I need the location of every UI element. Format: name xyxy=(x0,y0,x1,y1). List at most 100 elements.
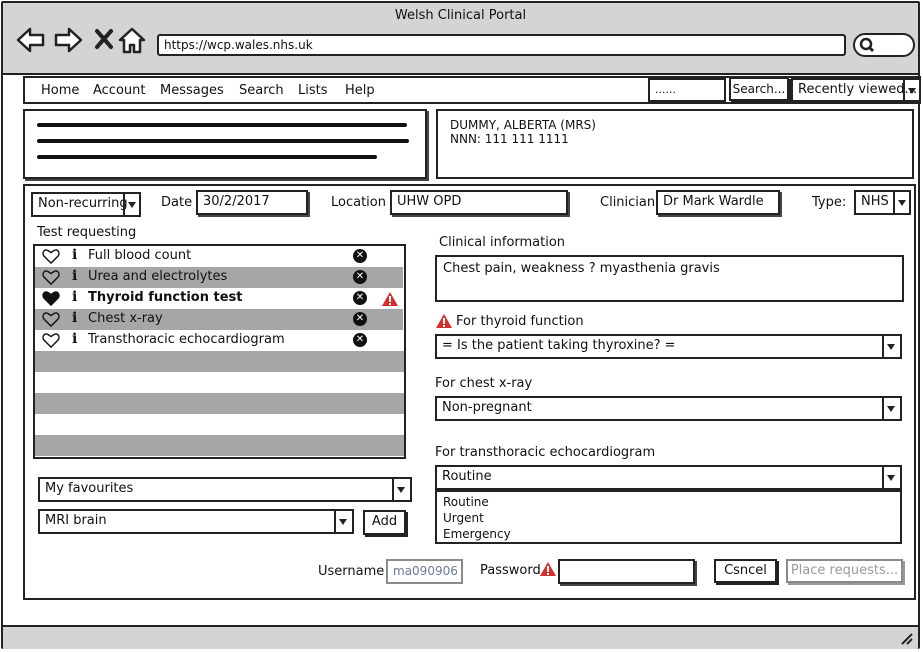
info-icon[interactable]: i xyxy=(72,310,77,326)
remove-icon[interactable]: ✕ xyxy=(353,249,367,263)
password-label: Password xyxy=(480,563,541,578)
echo-option-urgent[interactable]: Urgent xyxy=(443,510,894,526)
menu-help[interactable]: Help xyxy=(345,83,375,98)
quick-search-input[interactable]: ...... xyxy=(648,78,726,102)
magnifier-icon xyxy=(859,37,875,53)
tests-heading: Test requesting xyxy=(37,225,137,240)
window-title: Welsh Clinical Portal xyxy=(394,8,527,23)
chevron-down-icon xyxy=(334,511,352,532)
thyroid-question-value: = Is the patient taking thyroxine? = xyxy=(442,338,676,353)
url-bar[interactable]: https://wcp.wales.nhs.uk xyxy=(157,34,846,56)
recurrence-value: Non-recurring xyxy=(38,196,128,211)
add-test-button[interactable]: Add xyxy=(363,510,406,535)
echo-value: Routine xyxy=(442,469,492,484)
echo-option-emergency[interactable]: Emergency xyxy=(443,526,894,542)
test-row[interactable]: i Urea and electrolytes ✕ xyxy=(35,267,403,288)
test-row[interactable]: i Thyroid function test ✕ xyxy=(35,288,403,309)
browser-search-field[interactable] xyxy=(853,33,915,57)
test-row[interactable]: i Full blood count ✕ xyxy=(35,246,403,267)
chevron-down-icon xyxy=(903,80,919,100)
forward-icon[interactable] xyxy=(53,25,83,55)
chevron-down-icon xyxy=(123,194,139,215)
heart-icon[interactable] xyxy=(42,270,60,285)
location-label: Location xyxy=(331,195,386,210)
location-field[interactable]: UHW OPD xyxy=(390,190,568,215)
remove-icon[interactable]: ✕ xyxy=(353,291,367,305)
test-search-value: MRI brain xyxy=(45,513,107,528)
echo-option-routine[interactable]: Routine xyxy=(443,494,894,510)
chevron-down-icon xyxy=(882,398,900,419)
favourites-value: My favourites xyxy=(45,481,134,496)
thyroid-question-select[interactable]: = Is the patient taking thyroxine? = xyxy=(435,334,902,359)
echo-select[interactable]: Routine xyxy=(435,465,902,490)
test-row[interactable]: i Chest x-ray ✕ xyxy=(35,309,403,330)
redacted-text-line xyxy=(37,155,377,159)
type-value: NHS xyxy=(861,194,889,209)
warning-icon xyxy=(382,292,398,306)
recently-viewed-value: Recently viewed... xyxy=(798,82,917,97)
warning-icon xyxy=(540,562,556,576)
heart-icon[interactable] xyxy=(42,333,60,348)
redacted-text-line xyxy=(37,139,409,143)
test-search-select[interactable]: MRI brain xyxy=(38,509,354,534)
test-row[interactable]: i Transthoracic echocardiogram ✕ xyxy=(35,330,403,351)
place-requests-button[interactable]: Place requests... xyxy=(786,559,903,583)
redacted-text-line xyxy=(37,123,407,127)
echo-label: For transthoracic echocardiogram xyxy=(435,445,656,460)
echo-options-list: Routine Urgent Emergency xyxy=(435,490,902,544)
home-icon[interactable] xyxy=(117,25,147,55)
xray-select[interactable]: Non-pregnant xyxy=(435,396,902,421)
patient-banner: DUMMY, ALBERTA (MRS) NNN: 111 111 1111 xyxy=(436,109,914,179)
menu-messages[interactable]: Messages xyxy=(160,83,224,98)
test-name: Chest x-ray xyxy=(88,311,163,326)
heart-icon[interactable] xyxy=(42,312,60,327)
thyroid-label: For thyroid function xyxy=(456,314,584,329)
empty-list-rows xyxy=(35,351,404,457)
chevron-down-icon xyxy=(882,336,900,357)
resize-grip-icon[interactable] xyxy=(900,633,914,645)
remove-icon[interactable]: ✕ xyxy=(353,270,367,284)
patient-banner-left xyxy=(23,109,427,179)
chevron-down-icon xyxy=(882,467,900,488)
menu-search[interactable]: Search xyxy=(239,83,284,98)
info-icon[interactable]: i xyxy=(72,268,77,284)
recurrence-select[interactable]: Non-recurring xyxy=(31,192,141,217)
date-label: Date xyxy=(161,195,193,210)
menu-account[interactable]: Account xyxy=(93,83,146,98)
browser-window: Welsh Clinical Portal https://wcp.wales.… xyxy=(1,1,921,649)
remove-icon[interactable]: ✕ xyxy=(353,312,367,326)
info-icon[interactable]: i xyxy=(72,331,77,347)
username-field[interactable]: ma090906 xyxy=(386,559,463,584)
chevron-down-icon xyxy=(392,479,410,500)
xray-value: Non-pregnant xyxy=(442,400,532,415)
test-list: i Full blood count ✕ i Urea and electrolytes… xyxy=(33,244,406,459)
recently-viewed-select[interactable]: Recently viewed... xyxy=(791,78,921,102)
date-field[interactable]: 30/2/2017 xyxy=(196,190,308,215)
title-bar: Welsh Clinical Portal https://wcp.wales.… xyxy=(3,3,918,75)
type-label: Type: xyxy=(812,195,847,210)
menu-home[interactable]: Home xyxy=(41,83,79,98)
password-field[interactable] xyxy=(558,559,695,584)
cancel-button[interactable]: Csncel xyxy=(714,559,777,583)
username-label: Username xyxy=(318,564,385,579)
patient-name: DUMMY, ALBERTA (MRS) xyxy=(450,118,596,132)
remove-icon[interactable]: ✕ xyxy=(353,333,367,347)
test-name: Full blood count xyxy=(88,248,192,263)
type-select[interactable]: NHS xyxy=(854,190,911,215)
clinical-info-label: Clinical information xyxy=(439,235,566,250)
heart-icon[interactable] xyxy=(42,249,60,264)
clinician-field[interactable]: Dr Mark Wardle xyxy=(656,190,780,215)
clinician-label: Clinician xyxy=(600,195,656,210)
info-icon[interactable]: i xyxy=(72,289,77,305)
test-name: Thyroid function test xyxy=(88,290,243,305)
clinical-info-textarea[interactable]: Chest pain, weakness ? myasthenia gravis xyxy=(435,255,904,302)
quick-search-button[interactable]: Search... xyxy=(729,77,789,101)
warning-icon xyxy=(436,314,452,328)
status-bar xyxy=(3,625,918,649)
heart-filled-icon[interactable] xyxy=(42,291,60,306)
info-icon[interactable]: i xyxy=(72,247,77,263)
back-icon[interactable] xyxy=(16,25,46,55)
menu-lists[interactable]: Lists xyxy=(298,83,328,98)
xray-label: For chest x-ray xyxy=(435,376,533,391)
favourites-select[interactable]: My favourites xyxy=(38,477,412,502)
